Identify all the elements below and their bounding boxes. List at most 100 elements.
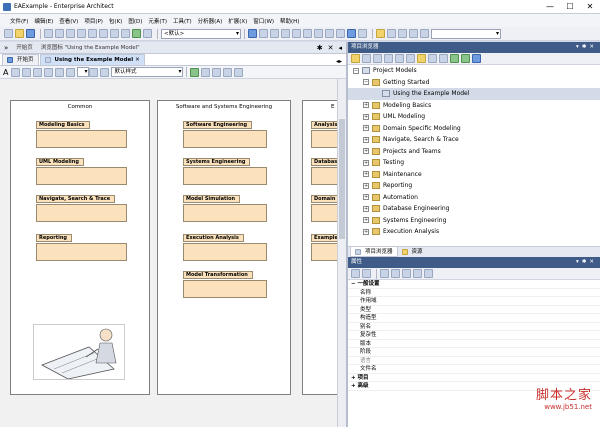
tree-item-using-example-model[interactable]: Using the Example Model	[348, 88, 600, 100]
align-left-icon[interactable]	[44, 67, 54, 77]
menu-extensions[interactable]: 扩展(X)	[228, 17, 247, 25]
panel-controls-icon[interactable]: ▾✱✕	[576, 42, 597, 53]
expand-icon[interactable]: +	[363, 113, 369, 120]
scroll-left-icon[interactable]: ◂	[338, 42, 342, 54]
move-up-icon[interactable]	[450, 54, 459, 63]
menu-tools[interactable]: 工具(T)	[173, 17, 192, 25]
close-button[interactable]: ✕	[580, 0, 600, 14]
tree-item-domain-specific-modeling[interactable]: + Domain Specific Modeling	[348, 123, 600, 135]
tree-item-automation[interactable]: + Automation	[348, 192, 600, 204]
paint-icon[interactable]	[387, 29, 396, 38]
prop-row[interactable]: 作用域	[348, 297, 600, 306]
layout-icon[interactable]	[143, 29, 152, 38]
delete-icon[interactable]	[77, 29, 86, 38]
table-icon[interactable]	[281, 29, 290, 38]
new-icon[interactable]	[4, 29, 13, 38]
script-icon[interactable]	[336, 29, 345, 38]
tree-item-uml-modeling[interactable]: + UML Modeling	[348, 111, 600, 123]
tab-using-example-model[interactable]: Using the Example Model ✕	[39, 54, 145, 66]
redo-icon[interactable]	[121, 29, 130, 38]
tree-item-navigate-search-trace[interactable]: + Navigate, Search & Trace	[348, 134, 600, 146]
package-reporting[interactable]: Reporting	[36, 234, 127, 261]
prop-row[interactable]: 文件名	[348, 365, 600, 374]
close-tab-icon[interactable]: ✕	[328, 42, 334, 54]
zoom-icon[interactable]	[420, 29, 429, 38]
tree-item-database-engineering[interactable]: + Database Engineering	[348, 203, 600, 215]
tree-item-testing[interactable]: + Testing	[348, 157, 600, 169]
panel-controls-icon[interactable]: ▾✱✕	[576, 257, 597, 268]
menu-help[interactable]: 帮助(H)	[280, 17, 299, 25]
collapse-icon[interactable]: −	[353, 67, 359, 74]
expand-icon[interactable]: +	[363, 217, 369, 224]
line-width-icon[interactable]	[66, 67, 76, 77]
menu-window[interactable]: 窗口(W)	[253, 17, 274, 25]
refresh-icon[interactable]	[424, 269, 433, 278]
menu-file[interactable]: 文件(F)	[10, 17, 28, 25]
prop-row[interactable]: 名称	[348, 289, 600, 297]
help-icon[interactable]	[472, 54, 481, 63]
tab-start-page[interactable]: 开始页	[12, 43, 37, 53]
categorized-icon[interactable]	[351, 269, 360, 278]
list-icon[interactable]	[292, 29, 301, 38]
style-dropdown-icon[interactable]	[201, 67, 211, 77]
grid-icon[interactable]	[270, 29, 279, 38]
format-painter-icon[interactable]	[89, 67, 99, 77]
align-icon[interactable]	[409, 29, 418, 38]
menu-package[interactable]: 包(K)	[109, 17, 122, 25]
package-model-simulation[interactable]: Model Simulation	[183, 195, 267, 222]
expand-icon[interactable]: +	[363, 136, 369, 143]
prop-row[interactable]: 复杂性	[348, 331, 600, 340]
copy-icon[interactable]	[55, 29, 64, 38]
sort-icon[interactable]	[428, 54, 437, 63]
paste-icon[interactable]	[66, 29, 75, 38]
font-icon[interactable]	[398, 29, 407, 38]
font-icon[interactable]: A	[3, 68, 8, 77]
tree-item-modeling-basics[interactable]: + Modeling Basics	[348, 100, 600, 112]
menu-edit[interactable]: 编辑(E)	[34, 17, 53, 25]
properties-icon[interactable]	[395, 54, 404, 63]
edit-icon[interactable]	[402, 269, 411, 278]
filter-icon[interactable]	[406, 54, 415, 63]
new-diagram-icon[interactable]	[362, 54, 371, 63]
expand-icon[interactable]: +	[363, 125, 369, 132]
pin-icon[interactable]: ✱	[317, 42, 323, 54]
sync-icon[interactable]	[234, 67, 244, 77]
prop-row[interactable]: 别名	[348, 323, 600, 331]
tab-start[interactable]: 开始页	[2, 54, 39, 65]
menu-analyzer[interactable]: 分析器(A)	[198, 17, 223, 25]
expand-icon[interactable]: +	[363, 228, 369, 235]
move-down-icon[interactable]	[461, 54, 470, 63]
expand-icon[interactable]: +	[351, 383, 356, 389]
tree-item-project-models[interactable]: − Project Models	[348, 65, 600, 77]
zoom-fit-icon[interactable]	[223, 67, 233, 77]
settings-icon[interactable]	[347, 29, 356, 38]
minimize-button[interactable]: —	[540, 0, 560, 14]
diagram-scrollbar[interactable]	[337, 79, 346, 427]
expand-icon[interactable]: +	[363, 194, 369, 201]
style-select[interactable]	[431, 28, 501, 39]
tab-resources[interactable]: 资源	[398, 247, 427, 257]
globe-icon[interactable]	[248, 29, 257, 38]
expand-icon[interactable]: +	[351, 375, 356, 381]
collapse-icon[interactable]: −	[351, 281, 356, 287]
collapse-icon[interactable]: −	[363, 79, 369, 86]
layout-auto-icon[interactable]	[212, 67, 222, 77]
tree-item-maintenance[interactable]: + Maintenance	[348, 169, 600, 181]
tree-item-execution-analysis[interactable]: + Execution Analysis	[348, 226, 600, 238]
find-icon[interactable]	[99, 29, 108, 38]
open-icon[interactable]	[15, 29, 24, 38]
tab-project-browser[interactable]: 项目浏览器	[350, 247, 398, 257]
expand-icon[interactable]: +	[363, 159, 369, 166]
cut-icon[interactable]	[44, 29, 53, 38]
expand-icon[interactable]: +	[363, 205, 369, 212]
package-uml-modeling[interactable]: UML Modeling	[36, 158, 127, 185]
tab-close-icon[interactable]: ✕	[135, 55, 140, 66]
align-center-icon[interactable]	[55, 67, 65, 77]
menu-diagram[interactable]: 图(D)	[128, 17, 142, 25]
apply-style-icon[interactable]	[190, 67, 200, 77]
new-package-icon[interactable]	[351, 54, 360, 63]
package-modeling-basics[interactable]: Modeling Basics	[36, 121, 127, 148]
thickness-select[interactable]	[77, 67, 90, 77]
tree-item-reporting[interactable]: + Reporting	[348, 180, 600, 192]
eyedropper-icon[interactable]	[100, 67, 110, 77]
